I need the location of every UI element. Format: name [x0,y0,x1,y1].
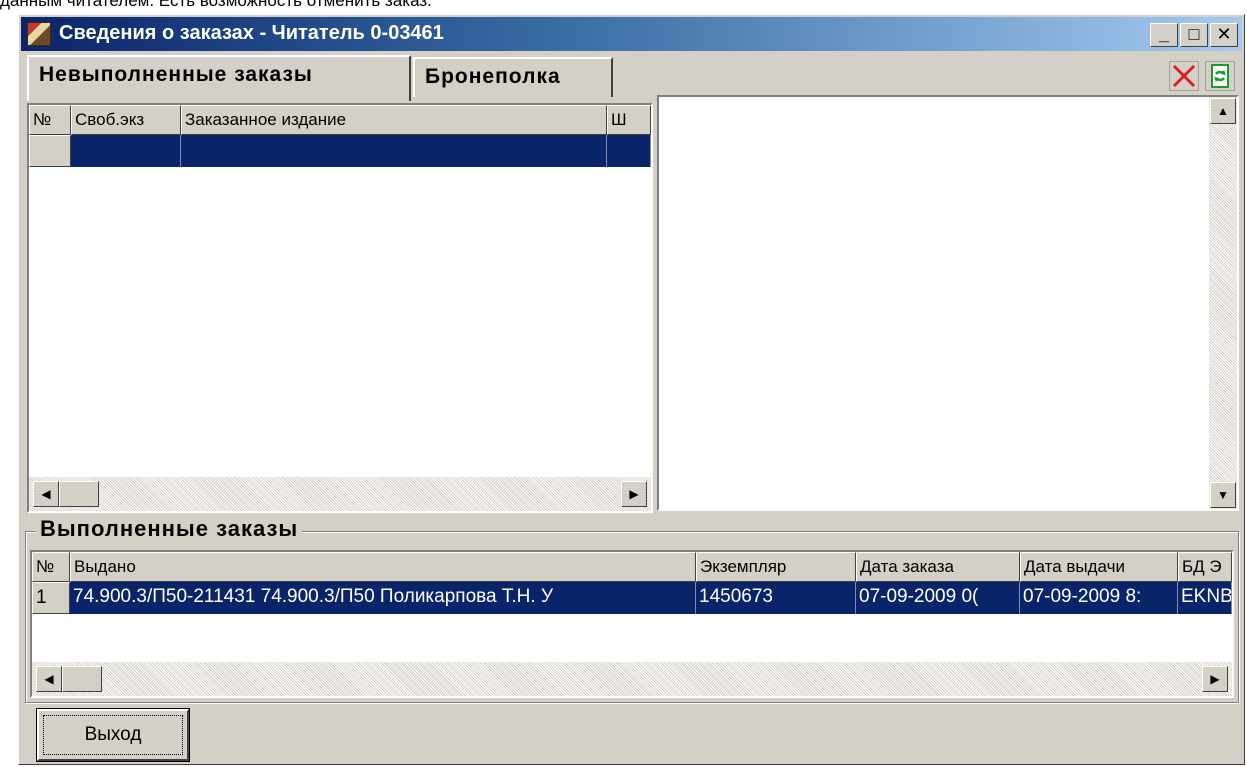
refresh-button[interactable] [1205,61,1235,91]
scroll-right-button[interactable]: ▶ [621,481,647,507]
row-indicator[interactable]: 1 [32,582,70,614]
title-bar[interactable]: Сведения о заказах - Читатель 0-03461 _ … [21,17,1242,51]
completed-orders-group: Выполненные заказы № Выдано Экземпляр Да… [25,516,1239,703]
table-cell[interactable] [181,135,607,167]
table-cell[interactable] [71,135,181,167]
scroll-thumb[interactable] [59,481,99,507]
table-row[interactable] [29,135,651,167]
window-title: Сведения о заказах - Читатель 0-03461 [59,22,444,44]
completed-orders-grid[interactable]: № Выдано Экземпляр Дата заказа Дата выда… [30,550,1234,698]
tab-reserve-shelf[interactable]: Бронеполка [413,57,613,97]
scroll-down-button[interactable]: ▼ [1210,482,1236,508]
completed-orders-header: № Выдано Экземпляр Дата заказа Дата выда… [32,552,1232,582]
column-header[interactable]: Своб.экз [71,105,181,135]
table-cell[interactable]: 07-09-2009 8: [1020,582,1178,614]
scroll-right-button[interactable]: ▶ [1202,666,1228,692]
completed-orders-title: Выполненные заказы [36,516,303,542]
pending-orders-grid[interactable]: № Своб.экз Заказанное издание Ш ◀ ▶ [27,103,653,513]
app-icon [27,22,51,46]
refresh-icon [1211,64,1229,88]
column-header[interactable]: Заказанное издание [181,105,607,135]
exit-button-label: Выход [43,715,183,755]
scroll-thumb[interactable] [62,666,102,692]
document-caption-text: данным читателем. Есть возможность отмен… [0,0,432,10]
tab-pending-orders[interactable]: Невыполненные заказы [27,55,411,101]
red-x-icon [1172,64,1196,88]
scroll-up-button[interactable]: ▲ [1210,98,1236,124]
scroll-left-button[interactable]: ◀ [36,666,62,692]
maximize-button[interactable]: □ [1180,23,1208,47]
pending-orders-header: № Своб.экз Заказанное издание Ш [29,105,651,135]
orders-window: Сведения о заказах - Читатель 0-03461 _ … [18,14,1245,765]
delete-order-button[interactable] [1169,61,1199,91]
tab-pending-orders-label: Невыполненные заказы [39,63,313,86]
scroll-left-button[interactable]: ◀ [33,481,59,507]
table-row[interactable]: 1 74.900.3/П50-211431 74.900.3/П50 Полик… [32,582,1232,614]
horizontal-scrollbar[interactable]: ◀ ▶ [32,662,1232,696]
column-header[interactable]: Ш [607,105,651,135]
table-cell[interactable]: 07-09-2009 0( [856,582,1020,614]
table-cell[interactable]: 74.900.3/П50-211431 74.900.3/П50 Поликар… [70,582,696,614]
close-button[interactable]: ✕ [1210,23,1238,47]
horizontal-scrollbar[interactable]: ◀ ▶ [29,477,651,511]
table-cell[interactable]: EKNB [1178,582,1232,614]
column-header[interactable]: Выдано [70,552,696,582]
column-header[interactable]: Экземпляр [696,552,856,582]
column-header[interactable]: № [32,552,70,582]
exit-button[interactable]: Выход [36,708,190,762]
row-indicator[interactable] [29,135,71,167]
vertical-scrollbar[interactable]: ▲ ▼ [1209,97,1237,509]
column-header[interactable]: Дата заказа [856,552,1020,582]
tab-reserve-shelf-label: Бронеполка [425,65,561,88]
order-details-panel[interactable]: ▲ ▼ [657,95,1239,511]
minimize-button[interactable]: _ [1150,23,1178,47]
column-header[interactable]: № [29,105,71,135]
column-header[interactable]: Дата выдачи [1020,552,1178,582]
table-cell[interactable]: 1450673 [696,582,856,614]
column-header[interactable]: БД Э [1178,552,1232,582]
table-cell[interactable] [607,135,651,167]
